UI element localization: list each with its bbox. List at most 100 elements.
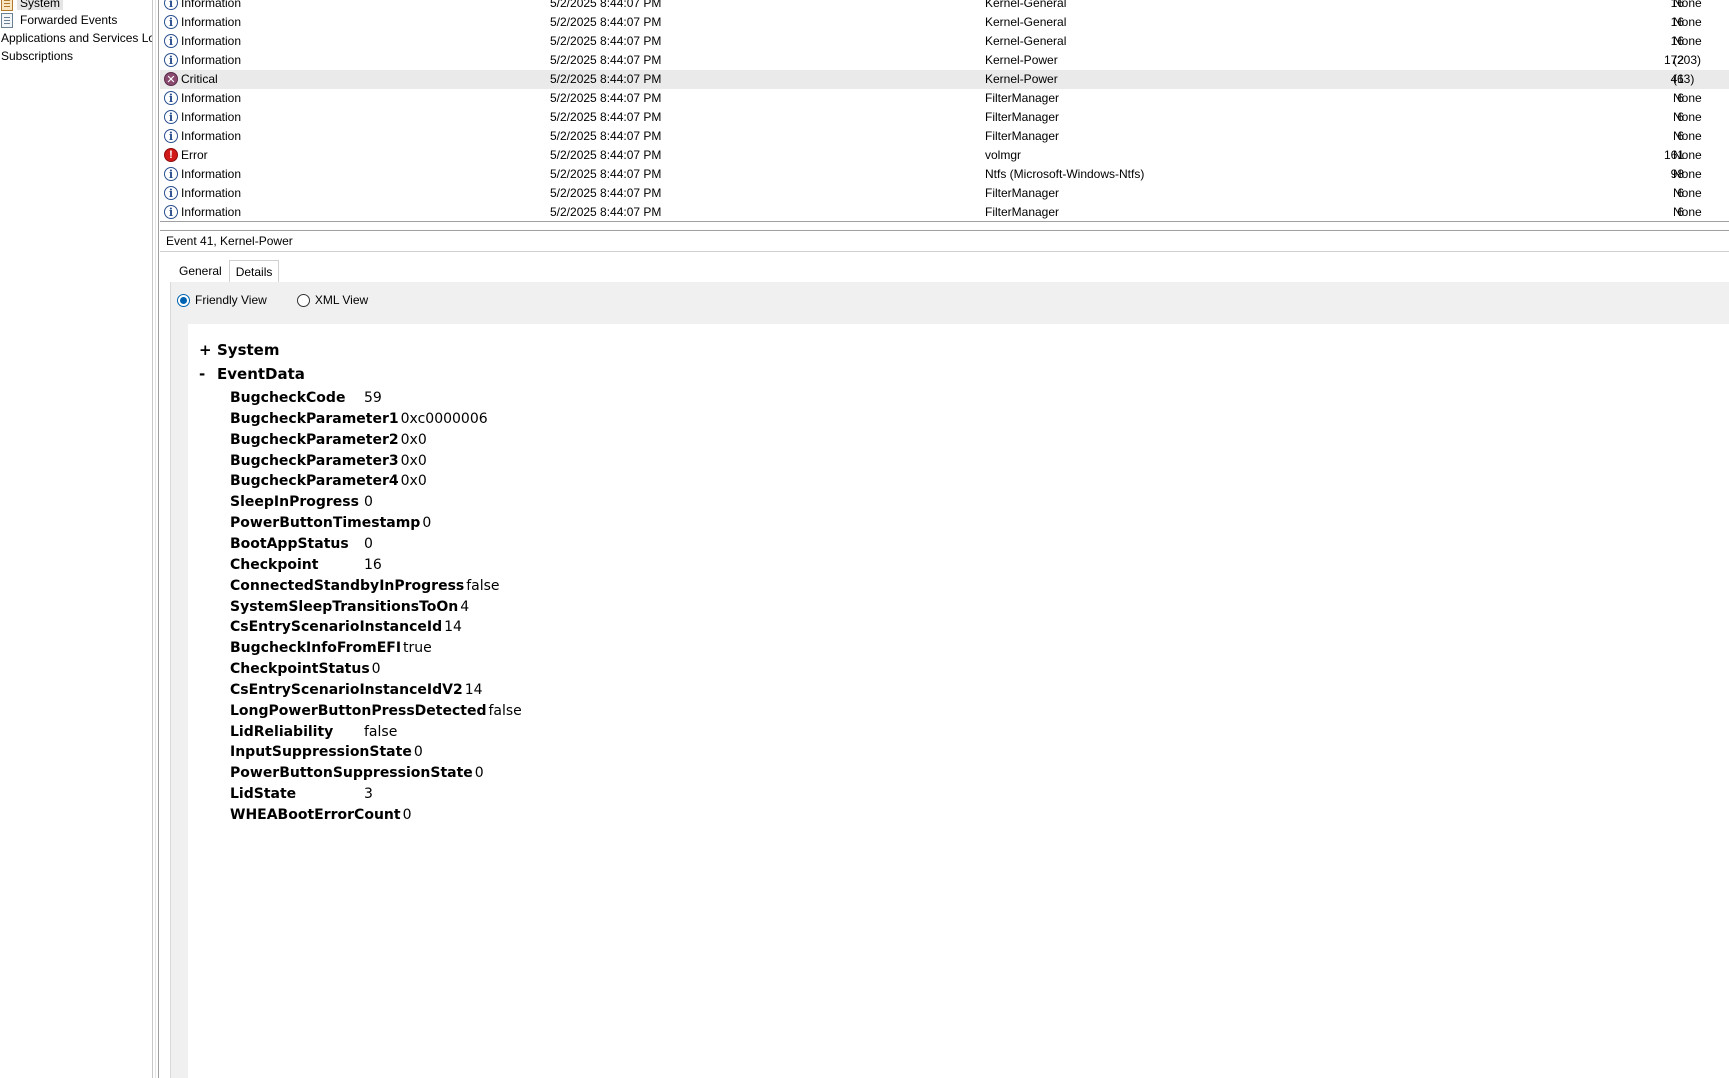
xml-view-radio[interactable] [296,293,310,307]
eventdata-field: BugcheckParameter1 0xc0000006 [230,408,488,430]
event-level: Information [181,53,242,67]
tree-item-label: System [17,0,64,10]
event-source: FilterManager [985,186,1060,200]
field-value: 0 [371,661,381,678]
event-row[interactable]: i Information 5/2/2025 8:44:07 PM FilterMan… [160,184,1729,203]
event-source: Kernel-Power [985,72,1058,86]
event-date: 5/2/2025 8:44:07 PM [550,15,662,29]
eventdata-field: SystemSleepTransitionsToOn 4 [230,596,469,618]
event-task-category: (63) [1673,72,1695,86]
event-task-category: None [1673,110,1702,124]
event-source: Kernel-General [985,34,1067,48]
friendly-view-option[interactable]: Friendly View [177,293,267,307]
event-date: 5/2/2025 8:44:07 PM [550,129,662,143]
view-options: Friendly View XML View [177,290,398,310]
section-eventdata[interactable]: - EventData [199,365,305,383]
tree-item-forwarded-events[interactable]: Forwarded Events [0,11,120,29]
field-value: true [403,640,432,657]
event-level: Information [181,15,242,29]
tab-details[interactable]: Details [228,260,280,282]
section-label: EventData [217,365,305,383]
tab-label: Details [235,264,273,279]
event-level-cell: i Information [164,167,241,181]
expand-toggle[interactable]: + [199,341,217,359]
section-system[interactable]: + System [199,341,279,359]
event-date: 5/2/2025 8:44:07 PM [550,148,662,162]
field-name: LongPowerButtonPressDetected [230,702,487,719]
tab-general[interactable]: General [172,260,229,282]
event-task-category: (203) [1673,53,1702,67]
event-row[interactable]: ! Error 5/2/2025 8:44:07 PM volmgr 161 None [160,146,1729,165]
event-source: FilterManager [985,91,1060,105]
event-log-icon [1,12,13,28]
field-name: BugcheckParameter1 [230,410,399,427]
field-name: PowerButtonTimestamp [230,515,421,532]
field-name: BootAppStatus [230,535,349,552]
information-icon: i [164,91,178,105]
event-row[interactable]: i Information 5/2/2025 8:44:07 PM FilterMan… [160,203,1729,221]
event-task-category: None [1673,205,1702,219]
field-value: false [466,577,500,594]
event-row[interactable]: ✕ Critical 5/2/2025 8:44:07 PM Kernel-Power… [160,70,1729,89]
field-name: BugcheckCode [230,390,346,406]
field-name: BugcheckParameter2 [230,431,399,448]
event-level-cell: i Information [164,91,241,105]
event-date: 5/2/2025 8:44:07 PM [550,186,662,200]
field-value: 0x0 [400,452,427,469]
event-level: Information [181,186,242,200]
field-value: 0 [474,765,484,782]
details-header: Event 41, Kernel-Power [160,230,1729,252]
event-level-cell: ! Error [164,148,208,162]
eventdata-field: InputSuppressionState 0 [230,741,423,763]
event-level: Information [181,167,242,181]
eventdata-field: CsEntryScenarioInstanceIdV2 14 [230,679,483,701]
event-task-category: None [1673,91,1702,105]
event-date: 5/2/2025 8:44:07 PM [550,205,662,219]
xml-view-option[interactable]: XML View [296,293,369,307]
eventdata-field: BootAppStatus 0 [230,533,373,555]
field-name: SystemSleepTransitionsToOn [230,598,459,615]
event-row[interactable]: i Information 5/2/2025 8:44:07 PM Ntfs (Mic… [160,165,1729,184]
field-value: 0 [364,494,373,511]
event-row[interactable]: i Information 5/2/2025 8:44:07 PM FilterMan… [160,108,1729,127]
information-icon: i [164,53,178,67]
event-source: FilterManager [985,129,1060,143]
eventdata-field: WHEABootErrorCount 0 [230,804,412,826]
field-value: 0x0 [400,473,427,490]
event-source: FilterManager [985,205,1060,219]
field-value: 4 [460,598,470,615]
information-icon: i [164,34,178,48]
friendly-view-radio[interactable] [177,293,190,307]
field-value: 16 [364,556,382,573]
tree-item-label: Forwarded Events [20,13,118,27]
event-row[interactable]: i Information 5/2/2025 8:44:07 PM Kernel-Po… [160,51,1729,70]
eventdata-field: ConnectedStandbyInProgress false [230,575,500,597]
pane-splitter[interactable] [152,0,159,1078]
tree-item-applications-and-services[interactable]: Applications and Services Lo [0,29,152,47]
event-row[interactable]: i Information 5/2/2025 8:44:07 PM Kernel-Ge… [160,32,1729,51]
event-source: Ntfs (Microsoft-Windows-Ntfs) [985,167,1145,181]
collapse-toggle[interactable]: - [199,365,217,383]
event-row[interactable]: i Information 5/2/2025 8:44:07 PM Kernel-Ge… [160,0,1729,13]
field-name: BugcheckParameter3 [230,452,399,469]
field-value: 3 [364,786,373,803]
eventdata-field: Checkpoint 16 [230,554,382,576]
event-level-cell: i Information [164,34,241,48]
event-date: 5/2/2025 8:44:07 PM [550,167,662,181]
critical-icon: ✕ [164,72,178,86]
tree-item-subscriptions[interactable]: Subscriptions [0,47,74,65]
xml-view-label: XML View [314,293,369,307]
field-name: CsEntryScenarioInstanceIdV2 [230,681,463,698]
event-level-cell: i Information [164,15,241,29]
field-name: ConnectedStandbyInProgress [230,577,465,594]
event-date: 5/2/2025 8:44:07 PM [550,34,662,48]
event-source: FilterManager [985,110,1060,124]
event-level-cell: i Information [164,186,241,200]
field-name: SleepInProgress [230,494,359,511]
event-row[interactable]: i Information 5/2/2025 8:44:07 PM FilterMan… [160,127,1729,146]
event-source: Kernel-General [985,15,1067,29]
event-task-category: None [1673,186,1702,200]
information-icon: i [164,205,178,219]
event-row[interactable]: i Information 5/2/2025 8:44:07 PM Kernel-Ge… [160,13,1729,32]
event-row[interactable]: i Information 5/2/2025 8:44:07 PM FilterMan… [160,89,1729,108]
